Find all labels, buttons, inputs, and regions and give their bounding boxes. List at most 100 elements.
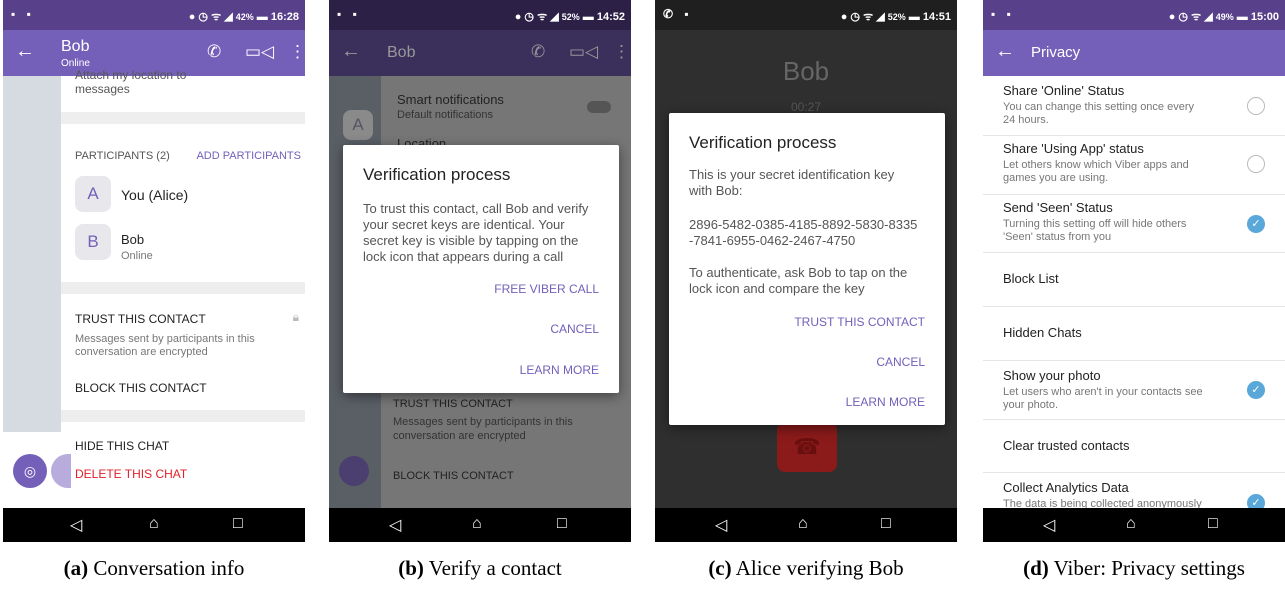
smart-notifications-sub: Default notifications: [397, 109, 493, 121]
learn-more-button[interactable]: LEARN MORE: [846, 395, 925, 409]
setting-title[interactable]: Collect Analytics Data: [1003, 480, 1129, 495]
participants-header: PARTICIPANTS (2): [75, 150, 170, 162]
setting-description: 'Seen' status from you: [1003, 231, 1112, 243]
phone-verify-contact: ▪ ▪ ● ◷ ᯤ ◢ 52% ▬ 14:52 ← Bob ✆ ▭◁ ⋮ A S…: [329, 0, 631, 542]
video-icon[interactable]: ▭◁: [569, 42, 598, 62]
setting-title[interactable]: Share 'Online' Status: [1003, 83, 1124, 98]
status-bar: ▪ ▪ ● ◷ ᯤ ◢ 49% ▬ 15:00: [983, 0, 1285, 30]
caption-label: (b): [398, 556, 424, 580]
seen-status-check-icon[interactable]: ✓: [1247, 215, 1265, 233]
battery-percent: 52%: [887, 12, 906, 22]
call-timer: 00:27: [790, 100, 822, 114]
caption-a: (a) Conversation info: [3, 556, 305, 581]
secret-key-line: 2896-5482-0385-4185-8892-5830-8335: [689, 217, 918, 232]
contact-title: Bob: [61, 38, 90, 55]
cancel-button[interactable]: CANCEL: [876, 355, 925, 369]
block-contact-button[interactable]: BLOCK THIS CONTACT: [75, 381, 207, 395]
battery-percent: 42%: [235, 12, 254, 22]
nav-home-icon[interactable]: ⌂: [149, 515, 159, 533]
end-call-icon[interactable]: ☎: [777, 422, 837, 472]
free-viber-call-button[interactable]: FREE VIBER CALL: [494, 282, 599, 296]
nav-home-icon[interactable]: ⌂: [798, 515, 808, 533]
add-participants-button[interactable]: ADD PARTICIPANTS: [196, 150, 301, 162]
smart-notifications-label: Smart notifications: [397, 92, 504, 107]
dialog-title: Verification process: [689, 133, 837, 152]
setting-description: Let users who aren't in your contacts se…: [1003, 386, 1203, 398]
verification-dialog: Verification process To trust this conta…: [343, 145, 619, 393]
phone-icon[interactable]: ✆: [531, 42, 545, 62]
dialog-body-line: your secret keys are identical. Your: [363, 217, 565, 232]
trust-description-2: conversation are encrypted: [75, 346, 208, 358]
back-arrow-icon[interactable]: ←: [341, 40, 361, 63]
trust-contact-button[interactable]: TRUST THIS CONTACT: [393, 398, 513, 410]
caption-label: (d): [1023, 556, 1049, 580]
dialog-body-line: To authenticate, ask Bob to tap on the: [689, 265, 908, 280]
caption-text: Alice verifying Bob: [735, 556, 904, 580]
more-vert-icon[interactable]: ⋮: [289, 42, 305, 62]
video-icon[interactable]: ▭◁: [245, 42, 274, 62]
lock-icon: 🔒︎: [292, 310, 299, 324]
nav-recents-icon[interactable]: □: [557, 515, 567, 533]
participant-name[interactable]: You (Alice): [121, 187, 188, 203]
battery-percent: 52%: [561, 12, 580, 22]
block-list-item[interactable]: Block List: [1003, 271, 1059, 286]
chat-icon[interactable]: [339, 456, 369, 486]
nav-bar: ◁ ⌂ □: [983, 508, 1285, 542]
block-contact-button[interactable]: BLOCK THIS CONTACT: [393, 470, 514, 482]
caller-name: Bob: [782, 56, 830, 86]
setting-title[interactable]: Show your photo: [1003, 368, 1101, 383]
setting-description: You can change this setting once every: [1003, 101, 1195, 113]
nav-recents-icon[interactable]: □: [1208, 515, 1218, 533]
dialog-body-line: with Bob:: [689, 183, 743, 198]
setting-description: your photo.: [1003, 399, 1059, 411]
page-title: Privacy: [1031, 44, 1081, 61]
nav-recents-icon[interactable]: □: [881, 515, 891, 533]
show-photo-check-icon[interactable]: ✓: [1247, 381, 1265, 399]
trust-contact-button[interactable]: TRUST THIS CONTACT: [75, 312, 206, 326]
phone-alice-verifying: ✆ ▪ ● ◷ ᯤ ◢ 52% ▬ 14:51 Bob 00:27 ☎ Veri…: [655, 0, 957, 542]
trust-description-2: conversation are encrypted: [393, 430, 526, 442]
clock: 14:51: [922, 11, 951, 23]
avatar: B: [75, 224, 111, 260]
nav-back-icon[interactable]: ◁: [1043, 515, 1055, 535]
back-arrow-icon[interactable]: ←: [15, 40, 35, 63]
caption-c: (c) Alice verifying Bob: [655, 556, 957, 581]
smart-notifications-toggle[interactable]: [587, 101, 611, 113]
hide-chat-button[interactable]: HIDE THIS CHAT: [75, 439, 169, 453]
online-status-radio[interactable]: [1247, 97, 1265, 115]
nav-back-icon[interactable]: ◁: [715, 515, 727, 535]
contact-title: Bob: [387, 44, 416, 61]
hidden-chats-item[interactable]: Hidden Chats: [1003, 325, 1082, 340]
dialog-body-line: This is your secret identification key: [689, 167, 895, 182]
setting-title[interactable]: Share 'Using App' status: [1003, 141, 1144, 156]
phone-icon[interactable]: ✆: [207, 42, 221, 62]
nav-back-icon[interactable]: ◁: [389, 515, 401, 535]
nav-back-icon[interactable]: ◁: [70, 515, 82, 535]
trust-contact-button[interactable]: TRUST THIS CONTACT: [794, 315, 925, 329]
learn-more-button[interactable]: LEARN MORE: [520, 363, 599, 377]
status-bar: ▪ ▪ ● ◷ ᯤ ◢ 42% ▬ 16:28: [3, 0, 305, 30]
nav-home-icon[interactable]: ⌂: [1126, 515, 1136, 533]
clock: 15:00: [1250, 11, 1279, 23]
more-vert-icon[interactable]: ⋮: [613, 42, 630, 62]
clear-trusted-contacts-item[interactable]: Clear trusted contacts: [1003, 438, 1129, 453]
setting-title[interactable]: Send 'Seen' Status: [1003, 200, 1113, 215]
participant-name[interactable]: Bob: [121, 232, 144, 247]
caption-d: (d) Viber: Privacy settings: [983, 556, 1285, 581]
setting-description: Let others know which Viber apps and: [1003, 159, 1189, 171]
nav-bar: ◁ ⌂ □: [329, 508, 631, 542]
back-arrow-icon[interactable]: ←: [995, 40, 1015, 63]
app-bar: ← Privacy: [983, 30, 1285, 76]
avatar: A: [75, 176, 111, 212]
dialog-body-line: lock icon that appears during a call: [363, 249, 564, 264]
cancel-button[interactable]: CANCEL: [550, 322, 599, 336]
using-app-radio[interactable]: [1247, 155, 1265, 173]
nav-recents-icon[interactable]: □: [233, 515, 243, 533]
nav-home-icon[interactable]: ⌂: [472, 515, 482, 533]
chat-icon[interactable]: ◎: [13, 454, 47, 488]
phone-conversation-info: ▪ ▪ ● ◷ ᯤ ◢ 42% ▬ 16:28 ← Bob Online ✆ ▭…: [3, 0, 305, 542]
dialog-title: Verification process: [363, 165, 511, 184]
delete-chat-button[interactable]: DELETE THIS CHAT: [75, 467, 187, 481]
location-setting-label: Attach my location to: [75, 68, 187, 82]
setting-description: Turning this setting off will hide other…: [1003, 218, 1187, 230]
